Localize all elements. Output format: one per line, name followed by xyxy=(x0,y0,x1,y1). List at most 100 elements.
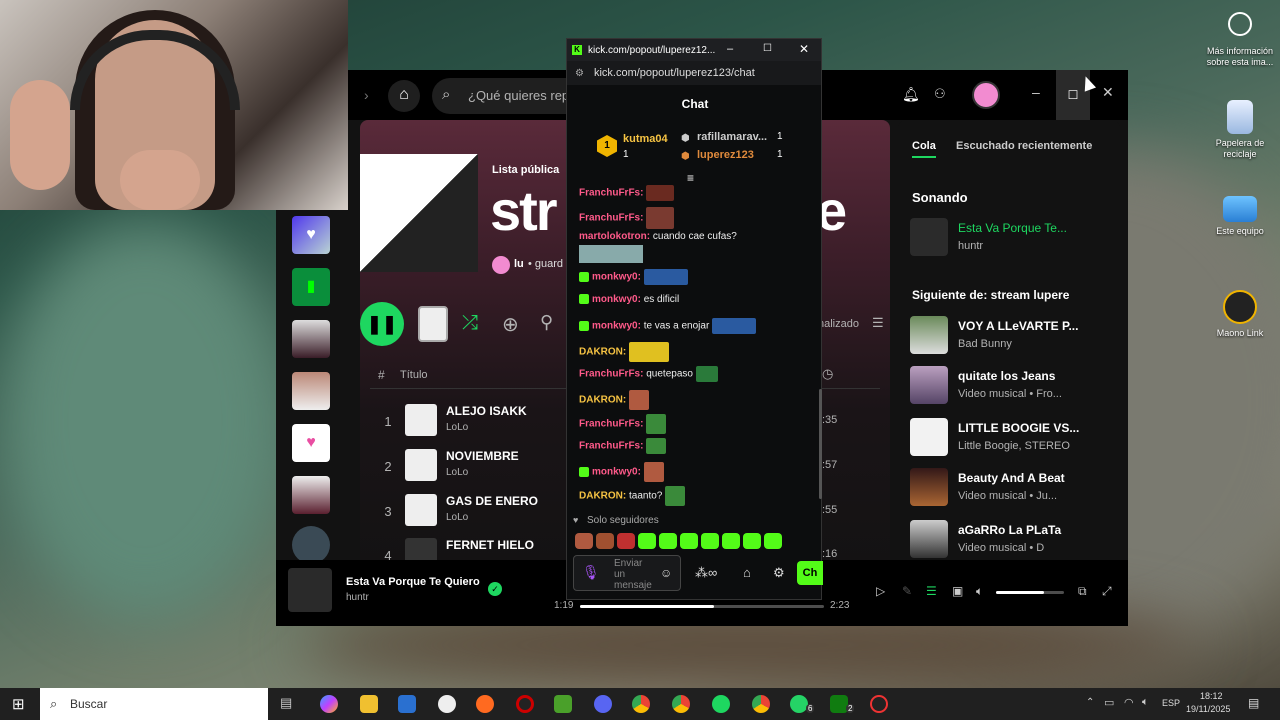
chat-username[interactable]: FranchuFrFs: xyxy=(579,419,643,430)
emote-icon[interactable] xyxy=(575,533,593,549)
now-playing-view-icon[interactable]: ▷ xyxy=(876,584,885,598)
chat-username[interactable]: monkwy0: xyxy=(592,272,641,283)
volume-slider[interactable] xyxy=(996,591,1064,594)
library-playlist-tile[interactable] xyxy=(292,476,330,514)
bell-icon[interactable]: 🔔︎ xyxy=(902,86,920,103)
mic-icon[interactable]: ✎ xyxy=(902,584,912,598)
pin-toggle-icon[interactable]: ≡ xyxy=(687,171,694,185)
library-playlist-tile[interactable] xyxy=(292,320,330,358)
shuffle-icon[interactable]: ⤮ xyxy=(462,312,478,335)
play-pause-button[interactable]: ❚❚ xyxy=(360,302,404,346)
fullscreen-icon[interactable]: ⤢ xyxy=(1102,584,1112,599)
emote-icon[interactable] xyxy=(659,533,677,549)
download-icon[interactable]: ⊕ xyxy=(502,312,519,337)
chat-username[interactable]: monkwy0: xyxy=(592,467,641,478)
track-artist[interactable]: LoLo xyxy=(446,467,468,478)
send-chat-button[interactable]: Ch xyxy=(797,561,823,585)
site-settings-icon[interactable]: ⚙ xyxy=(575,68,584,79)
add-user-icon[interactable]: ⚲ xyxy=(540,312,553,333)
taskbar-search[interactable]: ⌕ Buscar xyxy=(40,688,268,720)
chat-username[interactable]: FranchuFrFs: xyxy=(579,369,643,380)
queue-item-title[interactable]: Beauty And A Beat xyxy=(958,471,1065,485)
chrome-app-icon[interactable] xyxy=(752,695,770,713)
wps-icon[interactable] xyxy=(438,695,456,713)
wifi-icon[interactable]: ◠ xyxy=(1124,696,1134,709)
desktop-icon-computer[interactable]: Este equipo xyxy=(1200,196,1280,237)
tab-recently-played[interactable]: Escuchado recientemente xyxy=(956,140,1092,152)
saved-check-icon[interactable]: ✓ xyxy=(488,582,502,596)
queue-item[interactable]: quitate los Jeans Video musical • Fro... xyxy=(910,366,1110,406)
track-name[interactable]: NOVIEMBRE xyxy=(446,449,519,463)
settings-icon[interactable]: ⚙ xyxy=(773,565,785,581)
volume-icon[interactable]: 🔈︎ xyxy=(976,584,983,599)
chat-username[interactable]: DAKRON: xyxy=(579,347,626,358)
chat-scrollbar[interactable] xyxy=(819,389,822,499)
clock-date[interactable]: 19/11/2025 xyxy=(1186,704,1230,714)
emote-icon[interactable] xyxy=(617,533,635,549)
now-playing-title[interactable]: Esta Va Porque Te... xyxy=(958,221,1067,235)
friends-icon[interactable]: ⚇ xyxy=(934,86,946,102)
minecraft-icon[interactable] xyxy=(554,695,572,713)
store-icon[interactable]: ⌂ xyxy=(743,565,751,580)
kick-maximize-button[interactable]: ☐ xyxy=(763,43,772,54)
home-icon[interactable]: ⌂ xyxy=(388,80,420,112)
emote-icon[interactable] xyxy=(638,533,656,549)
queue-item[interactable]: VOY A LLeVARTE P... Bad Bunny xyxy=(910,316,1110,356)
obs-icon[interactable] xyxy=(516,695,534,713)
discord-icon[interactable] xyxy=(594,695,612,713)
owner-name[interactable]: lu xyxy=(514,258,524,270)
emoji-icon[interactable]: ☺ xyxy=(660,566,672,580)
tab-queue[interactable]: Cola xyxy=(912,140,936,152)
copilot-icon[interactable] xyxy=(320,695,338,713)
chat-username[interactable]: FranchuFrFs: xyxy=(579,441,643,452)
forward-arrow-icon[interactable]: › xyxy=(364,87,369,103)
track-name[interactable]: FERNET HIELO xyxy=(446,538,534,552)
leader-name[interactable]: rafillamarav... xyxy=(697,131,767,143)
track-row[interactable]: 1 ALEJO ISAKK LoLo xyxy=(380,402,550,442)
language-indicator[interactable]: ESP xyxy=(1162,698,1180,708)
queue-item-title[interactable]: aGaRRo La PLaTa xyxy=(958,523,1061,537)
player-track-artist[interactable]: huntr xyxy=(346,592,369,603)
leader-name[interactable]: kutma04 xyxy=(623,133,668,145)
track-name[interactable]: GAS DE ENERO xyxy=(446,494,538,508)
devices-icon[interactable]: ▣ xyxy=(952,584,963,598)
queue-item[interactable]: Beauty And A Beat Video musical • Ju... xyxy=(910,468,1110,508)
queue-item-title[interactable]: quitate los Jeans xyxy=(958,369,1055,383)
chat-username[interactable]: monkwy0: xyxy=(592,321,641,332)
kick-minimize-button[interactable]: – xyxy=(727,43,733,55)
track-row[interactable]: 3 GAS DE ENERO LoLo xyxy=(380,492,550,532)
emote-icon[interactable] xyxy=(743,533,761,549)
kick-close-button[interactable]: ✕ xyxy=(799,42,809,56)
brave-icon[interactable] xyxy=(476,695,494,713)
chat-username[interactable]: DAKRON: xyxy=(579,395,626,406)
store-icon[interactable] xyxy=(398,695,416,713)
player-track-title[interactable]: Esta Va Porque Te Quiero xyxy=(346,576,480,588)
tray-chevron-icon[interactable]: ⌃ xyxy=(1086,697,1094,708)
clock-time[interactable]: 18:12 xyxy=(1200,691,1223,701)
emote-icon[interactable] xyxy=(596,533,614,549)
chrome-icon[interactable] xyxy=(632,695,650,713)
emote-quick-bar[interactable] xyxy=(575,533,815,554)
windows-start-icon[interactable]: ⊞ xyxy=(12,695,25,713)
minimize-button[interactable]: – xyxy=(1032,84,1040,100)
library-playlist-tile[interactable] xyxy=(292,372,330,410)
task-view-icon[interactable]: ▤ xyxy=(280,695,298,713)
chat-username[interactable]: FranchuFrFs: xyxy=(579,188,643,199)
spotify-icon[interactable] xyxy=(712,695,730,713)
kick-cashout-icon[interactable]: ⁂∞ xyxy=(695,565,717,581)
list-view-icon[interactable]: ☰ xyxy=(872,315,884,331)
chat-username[interactable]: FranchuFrFs: xyxy=(579,213,643,224)
col-header-title[interactable]: Título xyxy=(400,369,428,381)
chat-username[interactable]: DAKRON: xyxy=(579,491,626,502)
sort-label[interactable]: nalizado xyxy=(818,318,859,330)
recorder-icon[interactable] xyxy=(870,695,888,713)
desktop-icon-recycle-bin[interactable]: Papelera de reciclaje xyxy=(1200,100,1280,160)
queue-item-title[interactable]: VOY A LLeVARTE P... xyxy=(958,319,1078,333)
queue-icon[interactable]: ☰ xyxy=(926,584,937,598)
voice-icon[interactable]: 🎙︎ xyxy=(582,564,600,581)
emote-icon[interactable] xyxy=(722,533,740,549)
track-row[interactable]: 2 NOVIEMBRE LoLo xyxy=(380,447,550,487)
chat-username[interactable]: monkwy0: xyxy=(592,294,641,305)
file-explorer-icon[interactable] xyxy=(360,695,378,713)
queue-item[interactable]: aGaRRo La PLaTa Video musical • D xyxy=(910,520,1110,560)
